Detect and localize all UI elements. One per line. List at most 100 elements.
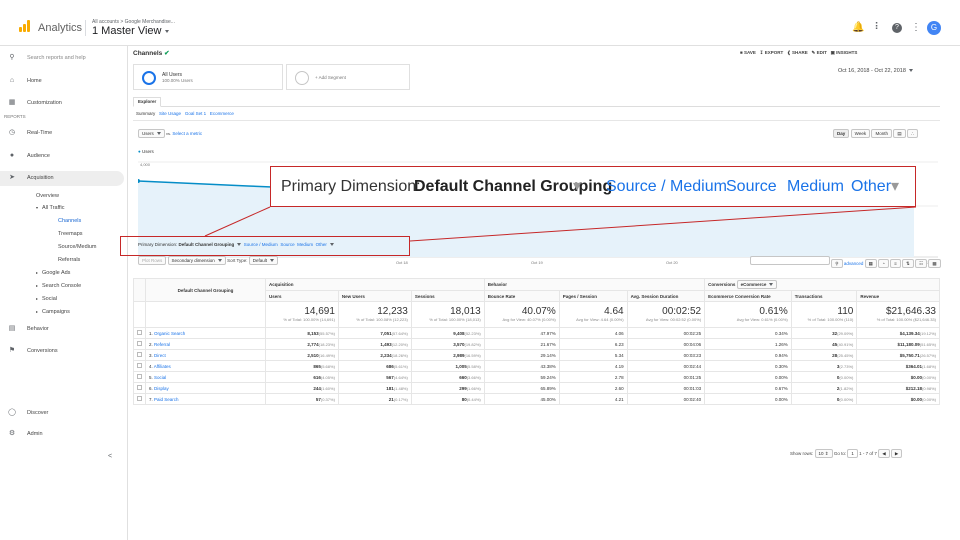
tab-explorer[interactable]: Explorer bbox=[133, 97, 162, 107]
more-vert-icon[interactable]: ⋮ bbox=[910, 22, 922, 34]
home-icon: ⌂ bbox=[9, 77, 15, 84]
zoom-source-link[interactable]: Source bbox=[726, 178, 777, 196]
plot-rows-button[interactable]: Plot Rows bbox=[138, 256, 167, 265]
row-checkbox[interactable] bbox=[137, 374, 142, 379]
channel-link[interactable]: Paid Search bbox=[154, 397, 179, 402]
col-transactions[interactable]: Transactions bbox=[790, 290, 858, 302]
sidebar-item-customization[interactable]: ▦ Customization bbox=[0, 96, 128, 110]
zoom-primary-dim-value[interactable]: Default Channel Grouping bbox=[414, 178, 612, 196]
bell-icon[interactable]: 🔔 bbox=[852, 22, 864, 34]
zoom-medium-link[interactable]: Medium bbox=[787, 178, 844, 196]
date-range-picker[interactable]: Oct 16, 2018 - Oct 22, 2018 bbox=[838, 68, 913, 74]
analytics-logo-icon[interactable] bbox=[19, 20, 31, 32]
row-checkbox[interactable] bbox=[137, 396, 142, 401]
apps-icon[interactable]: ⠇ bbox=[872, 22, 884, 34]
channel-link[interactable]: Affiliates bbox=[154, 364, 171, 369]
period-day-button[interactable]: Day bbox=[833, 129, 850, 138]
select-metric-link[interactable]: Select a metric bbox=[172, 131, 202, 136]
subtab-goal-set-1[interactable]: Goal Set 1 bbox=[185, 111, 206, 116]
show-rows-select[interactable]: 10 ⇕ bbox=[814, 449, 833, 458]
period-month-button[interactable]: Month bbox=[871, 129, 892, 138]
row-checkbox[interactable] bbox=[137, 330, 142, 335]
collapse-sidebar-button[interactable]: < bbox=[0, 450, 128, 464]
avatar[interactable]: G bbox=[927, 21, 941, 35]
segment-all-users[interactable]: All Users 100.00% Users bbox=[133, 64, 283, 90]
percentage-view-icon[interactable]: ◔ bbox=[878, 259, 889, 268]
advanced-filter-link[interactable]: advanced bbox=[844, 261, 864, 266]
channel-link[interactable]: Referral bbox=[154, 342, 170, 347]
view-selector[interactable]: 1 Master View bbox=[92, 25, 169, 37]
insights-button[interactable]: ▣ INSIGHTS bbox=[831, 50, 858, 55]
dimension-header[interactable]: Default Channel Grouping bbox=[145, 278, 266, 302]
sidebar-item-realtime[interactable]: ◷ Real-Time bbox=[0, 126, 128, 140]
add-segment-button[interactable]: + Add Segment bbox=[286, 64, 410, 90]
sidebar-item-acquisition[interactable]: ➤ Acquisition bbox=[0, 171, 124, 186]
caret-right-icon: ▸ bbox=[36, 283, 39, 288]
metric-dropdown[interactable]: Users bbox=[138, 129, 165, 138]
row-checkbox[interactable] bbox=[137, 363, 142, 368]
explorer-tabbar: Explorer bbox=[133, 97, 940, 107]
period-week-button[interactable]: Week bbox=[850, 129, 871, 138]
share-button[interactable]: ❰ SHARE bbox=[787, 50, 808, 55]
comparison-view-icon[interactable]: ⇅ bbox=[902, 259, 914, 268]
channel-link[interactable]: Direct bbox=[154, 353, 166, 358]
row-checkbox[interactable] bbox=[137, 341, 142, 346]
conversion-type-dropdown[interactable]: eCommerce bbox=[736, 280, 778, 289]
sidebar-item-google-ads[interactable]: ▸ Google Ads bbox=[0, 266, 128, 280]
total-sub: % of Total: 100.08% (12,223) bbox=[356, 317, 408, 322]
sidebar-item-home[interactable]: ⌂ Home bbox=[0, 74, 128, 88]
channel-link[interactable]: Organic Search bbox=[154, 331, 185, 336]
col-avg-session-duration[interactable]: Avg. Session Duration bbox=[626, 290, 706, 302]
motion-chart-toggle-icon[interactable]: ∴ bbox=[907, 129, 918, 138]
person-icon: ● bbox=[9, 152, 15, 159]
sidebar-item-channels[interactable]: Channels bbox=[0, 214, 128, 228]
cell-percent: (0.00%) bbox=[921, 396, 936, 402]
sidebar-item-behavior[interactable]: ▤ Behavior bbox=[0, 322, 128, 336]
col-bounce-rate[interactable]: Bounce Rate bbox=[483, 290, 560, 302]
save-button[interactable]: ■ SAVE bbox=[740, 50, 756, 55]
col-sessions[interactable]: Sessions bbox=[410, 290, 485, 302]
sidebar-item-source-medium[interactable]: Source/Medium bbox=[0, 240, 128, 254]
pivot-view-icon[interactable]: ▩ bbox=[928, 259, 941, 268]
zoom-other-link[interactable]: Other bbox=[851, 178, 891, 196]
search-icon[interactable]: ⚲ bbox=[831, 259, 843, 268]
sidebar-item-admin[interactable]: ⚙ Admin bbox=[0, 427, 128, 441]
zoom-source-medium-link[interactable]: Source / Medium bbox=[606, 178, 727, 196]
export-button[interactable]: ↧ EXPORT bbox=[760, 50, 784, 55]
next-page-button[interactable]: ▶ bbox=[890, 449, 903, 458]
go-to-input[interactable]: 1 bbox=[847, 449, 858, 458]
sidebar-item-campaigns[interactable]: ▸ Campaigns bbox=[0, 305, 128, 319]
sidebar-item-audience[interactable]: ● Audience bbox=[0, 149, 128, 163]
row-checkbox[interactable] bbox=[137, 385, 142, 390]
channel-link[interactable]: Social bbox=[154, 375, 166, 380]
subtab-site-usage[interactable]: Site Usage bbox=[159, 111, 181, 116]
col-new-users[interactable]: New Users bbox=[337, 290, 412, 302]
secondary-dimension-dropdown[interactable]: Secondary dimension bbox=[167, 256, 226, 265]
sidebar-item-all-traffic[interactable]: ▾ All Traffic bbox=[0, 201, 128, 215]
sidebar-item-search-console[interactable]: ▸ Search Console bbox=[0, 279, 128, 293]
subtab-summary[interactable]: Summary bbox=[136, 111, 155, 116]
performance-view-icon[interactable]: ≡ bbox=[890, 259, 901, 268]
sort-type-dropdown[interactable]: Default bbox=[248, 256, 279, 265]
sidebar-item-treemaps[interactable]: Treemaps bbox=[0, 227, 128, 241]
table-search-input[interactable] bbox=[750, 256, 830, 265]
table-view-icon[interactable]: ▦ bbox=[864, 259, 877, 268]
line-chart-toggle-icon[interactable]: ▤ bbox=[893, 129, 906, 138]
channel-link[interactable]: Display bbox=[154, 386, 169, 391]
total-value: 18,013 bbox=[450, 306, 481, 317]
sidebar-item-referrals[interactable]: Referrals bbox=[0, 253, 128, 267]
sidebar-item-discover[interactable]: ◯ Discover bbox=[0, 406, 128, 420]
edit-button[interactable]: ✎ EDIT bbox=[812, 50, 827, 55]
sidebar-item-conversions[interactable]: ⚑ Conversions bbox=[0, 344, 128, 358]
col-users[interactable]: Users bbox=[265, 290, 339, 302]
search-reports[interactable]: ⚲ Search reports and help bbox=[0, 51, 128, 65]
col-ecommerce-conversion-rate[interactable]: Ecommerce Conversion Rate bbox=[704, 290, 792, 302]
row-checkbox[interactable] bbox=[137, 352, 142, 357]
col-pages-session[interactable]: Pages / Session bbox=[558, 290, 628, 302]
sidebar-item-social[interactable]: ▸ Social bbox=[0, 292, 128, 306]
term-cloud-icon[interactable]: ☷ bbox=[915, 259, 928, 268]
col-revenue[interactable]: Revenue bbox=[856, 290, 940, 302]
prev-page-button[interactable]: ◀ bbox=[878, 449, 890, 458]
help-icon[interactable]: ? bbox=[892, 23, 902, 33]
subtab-ecommerce[interactable]: Ecommerce bbox=[210, 111, 234, 116]
